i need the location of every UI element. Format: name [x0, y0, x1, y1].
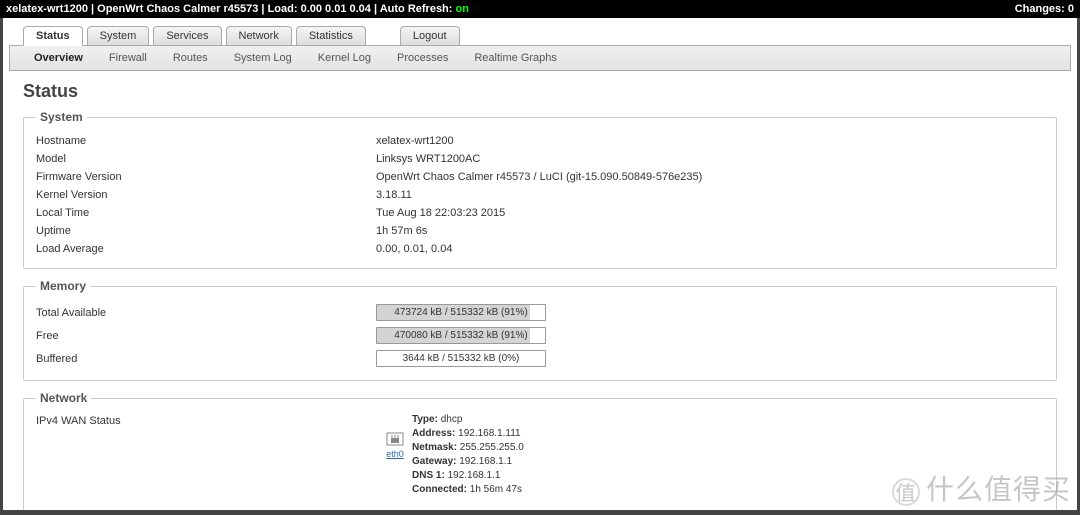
subtab-syslog[interactable]: System Log — [230, 50, 296, 66]
wan4-interface: eth0 — [386, 413, 404, 497]
memory-row: Free470080 kB / 515332 kB (91%) — [36, 324, 1044, 347]
memory-bar: 3644 kB / 515332 kB (0%) — [376, 350, 546, 367]
row-label: Free — [36, 330, 376, 342]
net-info-line: Connected: 1h 56m 47s — [412, 483, 524, 497]
network-legend: Network — [36, 391, 91, 405]
row-value: OpenWrt Chaos Calmer r45573 / LuCI (git-… — [376, 171, 1044, 183]
row-label: Model — [36, 153, 376, 165]
memory-legend: Memory — [36, 279, 90, 293]
system-legend: System — [36, 110, 87, 124]
net-info-line: Address: 192.168.1.111 — [412, 427, 524, 441]
row-value: 3.18.11 — [376, 189, 1044, 201]
row-value: 1h 57m 6s — [376, 225, 1044, 237]
header-left: xelatex-wrt1200 | OpenWrt Chaos Calmer r… — [6, 2, 469, 16]
net-info-line: DNS 1: 192.168.1.1 — [412, 469, 524, 483]
net-info-line: Gateway: 192.168.1.1 — [412, 455, 524, 469]
row-value: Tue Aug 18 22:03:23 2015 — [376, 207, 1044, 219]
row-value: 0.00, 0.01, 0.04 — [376, 243, 1044, 255]
header-right[interactable]: Changes: 0 — [1015, 2, 1074, 16]
memory-row: Buffered3644 kB / 515332 kB (0%) — [36, 347, 1044, 370]
row-value: xelatex-wrt1200 — [376, 135, 1044, 147]
system-row: Kernel Version3.18.11 — [36, 186, 1044, 204]
system-row: Uptime1h 57m 6s — [36, 222, 1044, 240]
system-row: Hostnamexelatex-wrt1200 — [36, 132, 1044, 150]
tab-status[interactable]: Status — [23, 26, 83, 46]
subtab-kernellog[interactable]: Kernel Log — [314, 50, 375, 66]
top-header: xelatex-wrt1200 | OpenWrt Chaos Calmer r… — [0, 0, 1080, 18]
subtab-overview[interactable]: Overview — [30, 50, 87, 66]
memory-bar: 473724 kB / 515332 kB (91%) — [376, 304, 546, 321]
tab-statistics[interactable]: Statistics — [296, 26, 366, 46]
main-tabs: StatusSystemServicesNetworkStatistics Log… — [23, 26, 1077, 46]
network-section: Network IPv4 WAN Status eth0 Type: dhcpA… — [23, 391, 1057, 510]
system-row: Local TimeTue Aug 18 22:03:23 2015 — [36, 204, 1044, 222]
memory-row: Total Available473724 kB / 515332 kB (91… — [36, 301, 1044, 324]
tab-system[interactable]: System — [87, 26, 150, 46]
ethernet-icon — [386, 431, 404, 447]
row-label: Hostname — [36, 135, 376, 147]
auto-refresh-state[interactable]: on — [456, 3, 469, 15]
row-label: Load Average — [36, 243, 376, 255]
row-label: Uptime — [36, 225, 376, 237]
wan4-iface-link[interactable]: eth0 — [386, 449, 404, 459]
tab-services[interactable]: Services — [153, 26, 221, 46]
system-section: System Hostnamexelatex-wrt1200ModelLinks… — [23, 110, 1057, 269]
row-label: Buffered — [36, 353, 376, 365]
system-row: Load Average0.00, 0.01, 0.04 — [36, 240, 1044, 258]
ipv4-wan-label: IPv4 WAN Status — [36, 413, 376, 427]
tab-logout[interactable]: Logout — [400, 26, 460, 46]
memory-bar: 470080 kB / 515332 kB (91%) — [376, 327, 546, 344]
row-value: Linksys WRT1200AC — [376, 153, 1044, 165]
subtab-realtime[interactable]: Realtime Graphs — [470, 50, 561, 66]
row-label: Firmware Version — [36, 171, 376, 183]
sub-tabs: Overview Firewall Routes System Log Kernel L… — [9, 45, 1071, 71]
net-info-line: Type: dhcp — [412, 413, 524, 427]
row-label: Total Available — [36, 307, 376, 319]
row-label: Local Time — [36, 207, 376, 219]
row-label: Kernel Version — [36, 189, 376, 201]
subtab-processes[interactable]: Processes — [393, 50, 452, 66]
net-info-line: Netmask: 255.255.255.0 — [412, 441, 524, 455]
page-title: Status — [23, 81, 1057, 102]
subtab-firewall[interactable]: Firewall — [105, 50, 151, 66]
tab-network[interactable]: Network — [226, 26, 292, 46]
memory-section: Memory Total Available473724 kB / 515332… — [23, 279, 1057, 381]
system-row: Firmware VersionOpenWrt Chaos Calmer r45… — [36, 168, 1044, 186]
system-row: ModelLinksys WRT1200AC — [36, 150, 1044, 168]
subtab-routes[interactable]: Routes — [169, 50, 212, 66]
